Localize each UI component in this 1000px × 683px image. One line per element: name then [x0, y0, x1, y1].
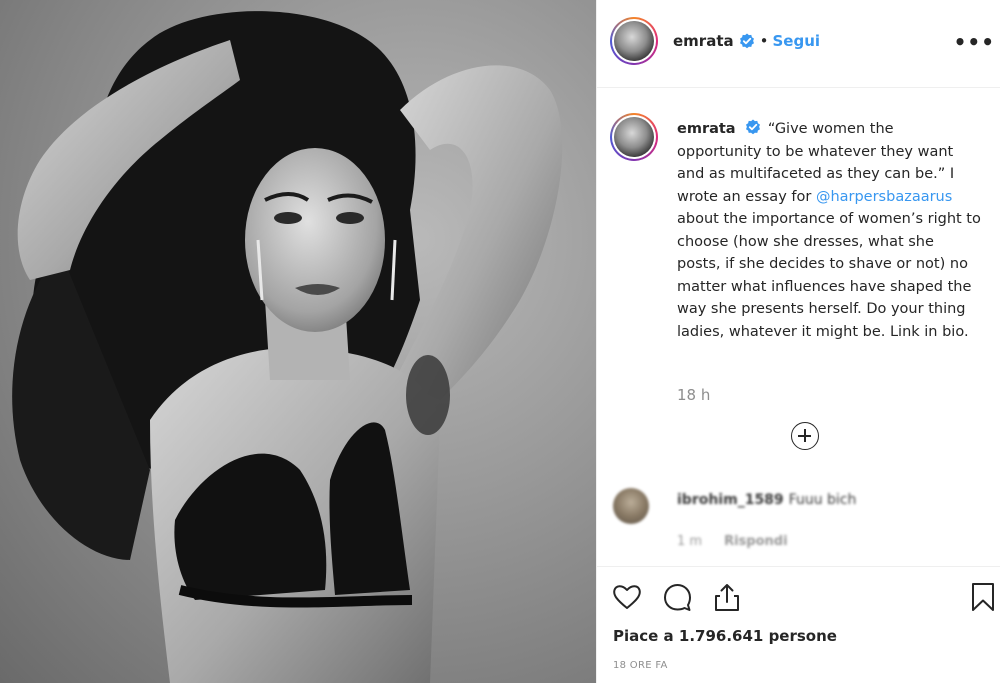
share-icon[interactable] — [711, 581, 743, 613]
comment-text: ibrohim_1589 Fuuu bich — [677, 492, 856, 508]
posted-timestamp: 18 ORE FA — [613, 660, 668, 671]
author-avatar[interactable] — [610, 17, 658, 65]
post-sidebar: emrata • Segui ••• emrata “Give women th… — [596, 0, 1000, 683]
post-actions: Piace a 1.796.641 persone 18 ORE FA — [597, 566, 1000, 683]
verified-badge-icon — [746, 119, 761, 135]
more-options-icon[interactable]: ••• — [954, 30, 995, 54]
comment-time: 1 m — [677, 534, 703, 549]
header-row: emrata • Segui — [673, 32, 820, 50]
likes-count[interactable]: Piace a 1.796.641 persone — [613, 627, 837, 645]
caption-username[interactable]: emrata — [677, 121, 736, 137]
separator-dot: • — [759, 32, 769, 50]
reply-button[interactable]: Rispondi — [724, 534, 787, 549]
post-photo[interactable] — [0, 0, 596, 683]
caption-text: emrata “Give women the opportunity to be… — [677, 118, 981, 343]
bookmark-icon[interactable] — [967, 581, 999, 613]
author-username[interactable]: emrata — [673, 32, 734, 50]
plus-circle-icon[interactable] — [791, 422, 819, 450]
post-photo-art — [12, 11, 563, 683]
caption-time: 18 h — [677, 386, 711, 404]
avatar-image — [614, 117, 654, 157]
commenter-avatar[interactable] — [613, 488, 649, 524]
post-header: emrata • Segui ••• — [597, 0, 1000, 88]
mention-link[interactable]: @harpersbazaarus — [816, 189, 952, 205]
commenter-username[interactable]: ibrohim_1589 — [677, 492, 784, 508]
avatar-image — [614, 21, 654, 61]
verified-badge-icon — [739, 33, 754, 49]
heart-icon[interactable] — [611, 581, 643, 613]
follow-button[interactable]: Segui — [772, 32, 820, 50]
comment-body: Fuuu bich — [788, 492, 857, 508]
comment-bubble-icon[interactable] — [661, 581, 693, 613]
caption-avatar[interactable] — [610, 113, 658, 161]
caption-body-end: about the importance of women’s right to… — [677, 211, 981, 340]
comment-meta: 1 m Rispondi — [677, 534, 788, 549]
